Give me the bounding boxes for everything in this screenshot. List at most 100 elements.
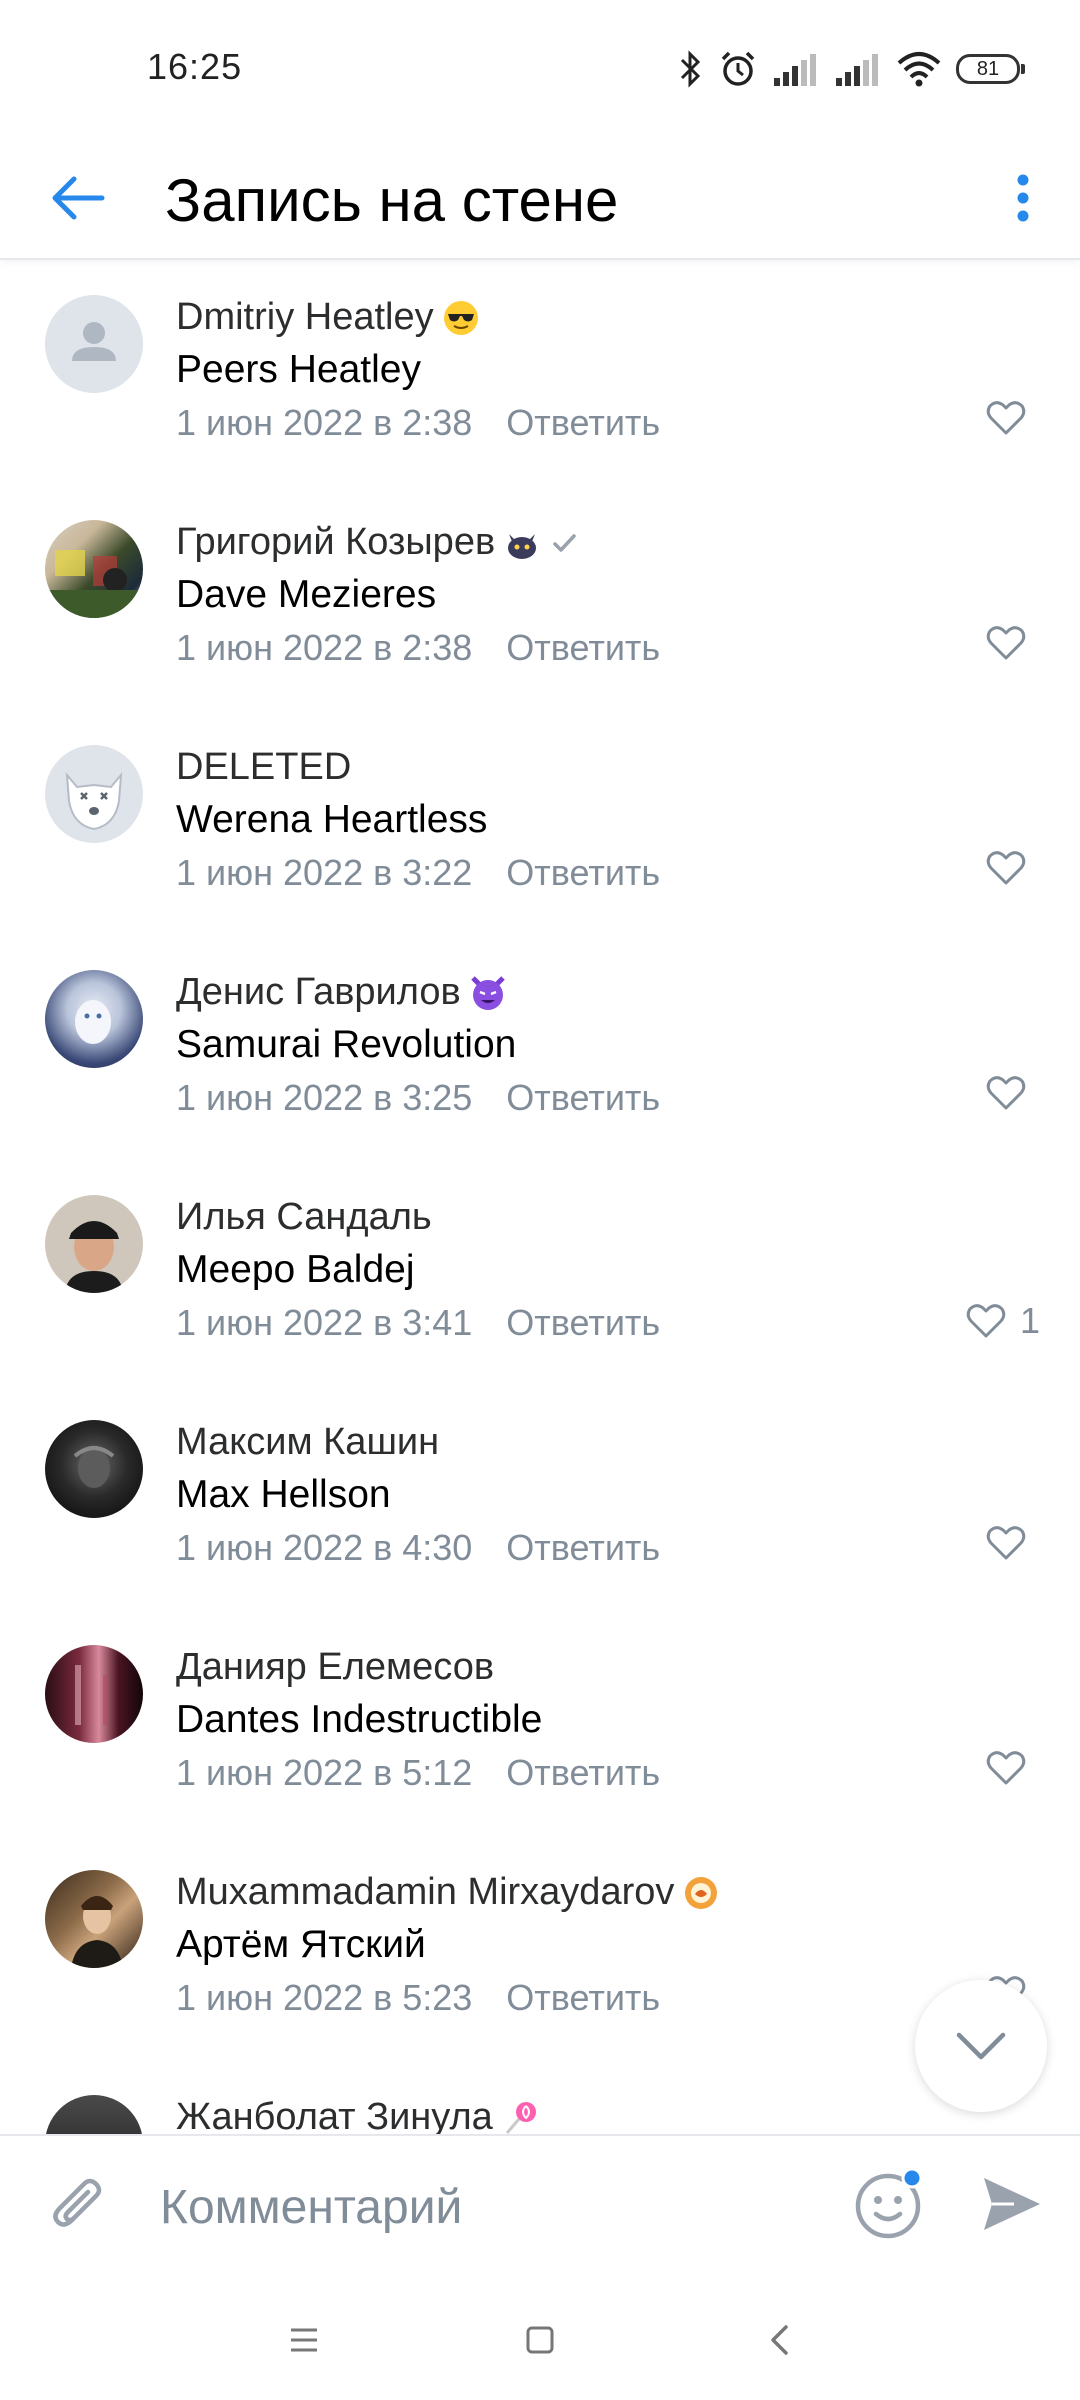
like-button[interactable] bbox=[986, 400, 1040, 436]
signal-icon bbox=[774, 54, 816, 86]
avatar[interactable] bbox=[45, 1645, 143, 1743]
avatar[interactable] bbox=[45, 1420, 143, 1518]
reply-button[interactable]: Ответить bbox=[506, 1752, 660, 1794]
comment-item: Жанболат Зинула bbox=[0, 2060, 1080, 2135]
comment-text: Max Hellson bbox=[176, 1473, 391, 1516]
system-back-button[interactable] bbox=[749, 2310, 809, 2370]
wifi-icon bbox=[897, 52, 941, 87]
verified-check-icon bbox=[553, 533, 576, 552]
like-button[interactable] bbox=[986, 1525, 1040, 1561]
back-chevron-icon bbox=[771, 2325, 788, 2355]
avatar[interactable] bbox=[45, 295, 143, 393]
system-navigation-bar bbox=[0, 2274, 1080, 2400]
comment-date: 1 июн 2022 в 3:22 bbox=[176, 852, 473, 893]
like-count: 1 bbox=[1019, 1300, 1040, 1341]
send-icon bbox=[984, 2178, 1040, 2230]
comment-author[interactable]: Григорий Козырев bbox=[176, 521, 495, 564]
attach-button[interactable] bbox=[38, 2164, 122, 2248]
status-icons: 81 bbox=[678, 44, 1025, 94]
comment-item: Денис Гаврилов Samurai Revolution 1 июн … bbox=[0, 935, 1080, 1160]
comment-text: Dave Mezieres bbox=[176, 573, 437, 616]
comment-date: 1 июн 2022 в 5:12 bbox=[176, 1752, 473, 1793]
cat-emoji-icon bbox=[508, 533, 537, 559]
heart-icon bbox=[986, 1526, 1026, 1560]
avatar[interactable] bbox=[45, 1870, 143, 1968]
comment-author[interactable]: Dmitriy Heatley bbox=[176, 296, 434, 339]
battery-indicator: 81 bbox=[956, 54, 1025, 84]
comment-text: Peers Heatley bbox=[176, 348, 421, 391]
page-title: Запись на стене bbox=[165, 167, 619, 234]
comment-author[interactable]: Илья Сандаль bbox=[176, 1196, 432, 1239]
recent-apps-button[interactable] bbox=[274, 2310, 334, 2370]
comment-author[interactable]: Данияр Елемесов bbox=[176, 1646, 494, 1689]
avatar[interactable] bbox=[45, 1195, 143, 1293]
comment-item: Данияр Елемесов Dantes Indestructible 1 … bbox=[0, 1610, 1080, 1835]
orange-sticker-emoji-icon bbox=[685, 1876, 718, 1909]
comment-text: Werena Heartless bbox=[176, 798, 488, 841]
comments-list[interactable]: Dmitriy Heatley Peers Heatley 1 июн 2022… bbox=[0, 260, 1080, 2135]
comment-item: Максим Кашин Max Hellson 1 июн 2022 в 4:… bbox=[0, 1385, 1080, 1610]
heart-icon bbox=[986, 1751, 1026, 1785]
avatar[interactable] bbox=[45, 2095, 143, 2135]
reply-button[interactable]: Ответить bbox=[506, 627, 660, 669]
comment-input[interactable] bbox=[158, 2166, 822, 2248]
scroll-to-bottom-button[interactable] bbox=[915, 1980, 1047, 2112]
like-button[interactable]: 1 bbox=[966, 1300, 1040, 1342]
comment-item: Григорий Козырев Dave Mezieres 1 июн 202… bbox=[0, 485, 1080, 710]
avatar[interactable] bbox=[45, 970, 143, 1068]
comment-item: DELETED Werena Heartless 1 июн 2022 в 3:… bbox=[0, 710, 1080, 935]
bluetooth-icon bbox=[680, 50, 701, 88]
reply-button[interactable]: Ответить bbox=[506, 1977, 660, 2019]
comment-date: 1 июн 2022 в 2:38 bbox=[176, 627, 473, 668]
emoji-button[interactable] bbox=[848, 2162, 932, 2246]
comment-date: 1 июн 2022 в 2:38 bbox=[176, 402, 473, 443]
comment-author[interactable]: Денис Гаврилов bbox=[176, 971, 461, 1014]
app-header: Запись на стене bbox=[0, 140, 1080, 260]
comment-composer bbox=[0, 2134, 1080, 2276]
like-button[interactable] bbox=[986, 850, 1040, 886]
send-button[interactable] bbox=[970, 2162, 1054, 2246]
comment-date: 1 июн 2022 в 3:25 bbox=[176, 1077, 473, 1118]
signal-icon-2 bbox=[836, 54, 878, 86]
menu-icon bbox=[291, 2328, 317, 2352]
like-button[interactable] bbox=[986, 1075, 1040, 1111]
reply-button[interactable]: Ответить bbox=[506, 1077, 660, 1119]
reply-button[interactable]: Ответить bbox=[506, 1302, 660, 1344]
comment-author[interactable]: Максим Кашин bbox=[176, 1421, 439, 1464]
paperclip-icon bbox=[53, 2178, 102, 2227]
status-time: 16:25 bbox=[147, 46, 243, 87]
comment-date: 1 июн 2022 в 5:23 bbox=[176, 1977, 473, 2018]
home-square-icon bbox=[526, 2326, 554, 2354]
heart-icon bbox=[986, 851, 1026, 885]
smile-icon bbox=[855, 2167, 923, 2239]
avatar[interactable] bbox=[45, 745, 143, 843]
like-button[interactable] bbox=[986, 625, 1040, 661]
reply-button[interactable]: Ответить bbox=[506, 852, 660, 894]
lollipop-emoji-icon bbox=[505, 2101, 536, 2134]
home-button[interactable] bbox=[510, 2310, 570, 2370]
purple-devil-emoji-icon bbox=[470, 975, 505, 1010]
like-button[interactable] bbox=[986, 1750, 1040, 1786]
heart-icon bbox=[986, 626, 1026, 660]
sunglasses-emoji-icon bbox=[443, 300, 478, 335]
comment-text: Samurai Revolution bbox=[176, 1023, 517, 1066]
comment-date: 1 июн 2022 в 3:41 bbox=[176, 1302, 473, 1343]
comment-text: Dantes Indestructible bbox=[176, 1698, 543, 1741]
back-arrow-icon bbox=[52, 176, 105, 220]
comment-author[interactable]: Жанболат Зинула bbox=[176, 2096, 493, 2135]
comment-author[interactable]: Muxammadamin Mirxaydarov bbox=[176, 1871, 674, 1914]
comment-author[interactable]: DELETED bbox=[176, 746, 351, 789]
heart-icon bbox=[966, 1304, 1006, 1338]
avatar[interactable] bbox=[45, 520, 143, 618]
comment-text: Meepo Baldej bbox=[176, 1248, 415, 1291]
heart-icon bbox=[986, 1076, 1026, 1110]
reply-button[interactable]: Ответить bbox=[506, 402, 660, 444]
more-vertical-icon bbox=[1017, 174, 1029, 222]
comment-text: Артём Ятский bbox=[176, 1923, 426, 1966]
chevron-down-icon bbox=[956, 2032, 1006, 2060]
back-button[interactable] bbox=[44, 164, 112, 232]
reply-button[interactable]: Ответить bbox=[506, 1527, 660, 1569]
comment-date: 1 июн 2022 в 4:30 bbox=[176, 1527, 473, 1568]
comment-item: Dmitriy Heatley Peers Heatley 1 июн 2022… bbox=[0, 260, 1080, 485]
more-options-button[interactable] bbox=[988, 160, 1058, 236]
